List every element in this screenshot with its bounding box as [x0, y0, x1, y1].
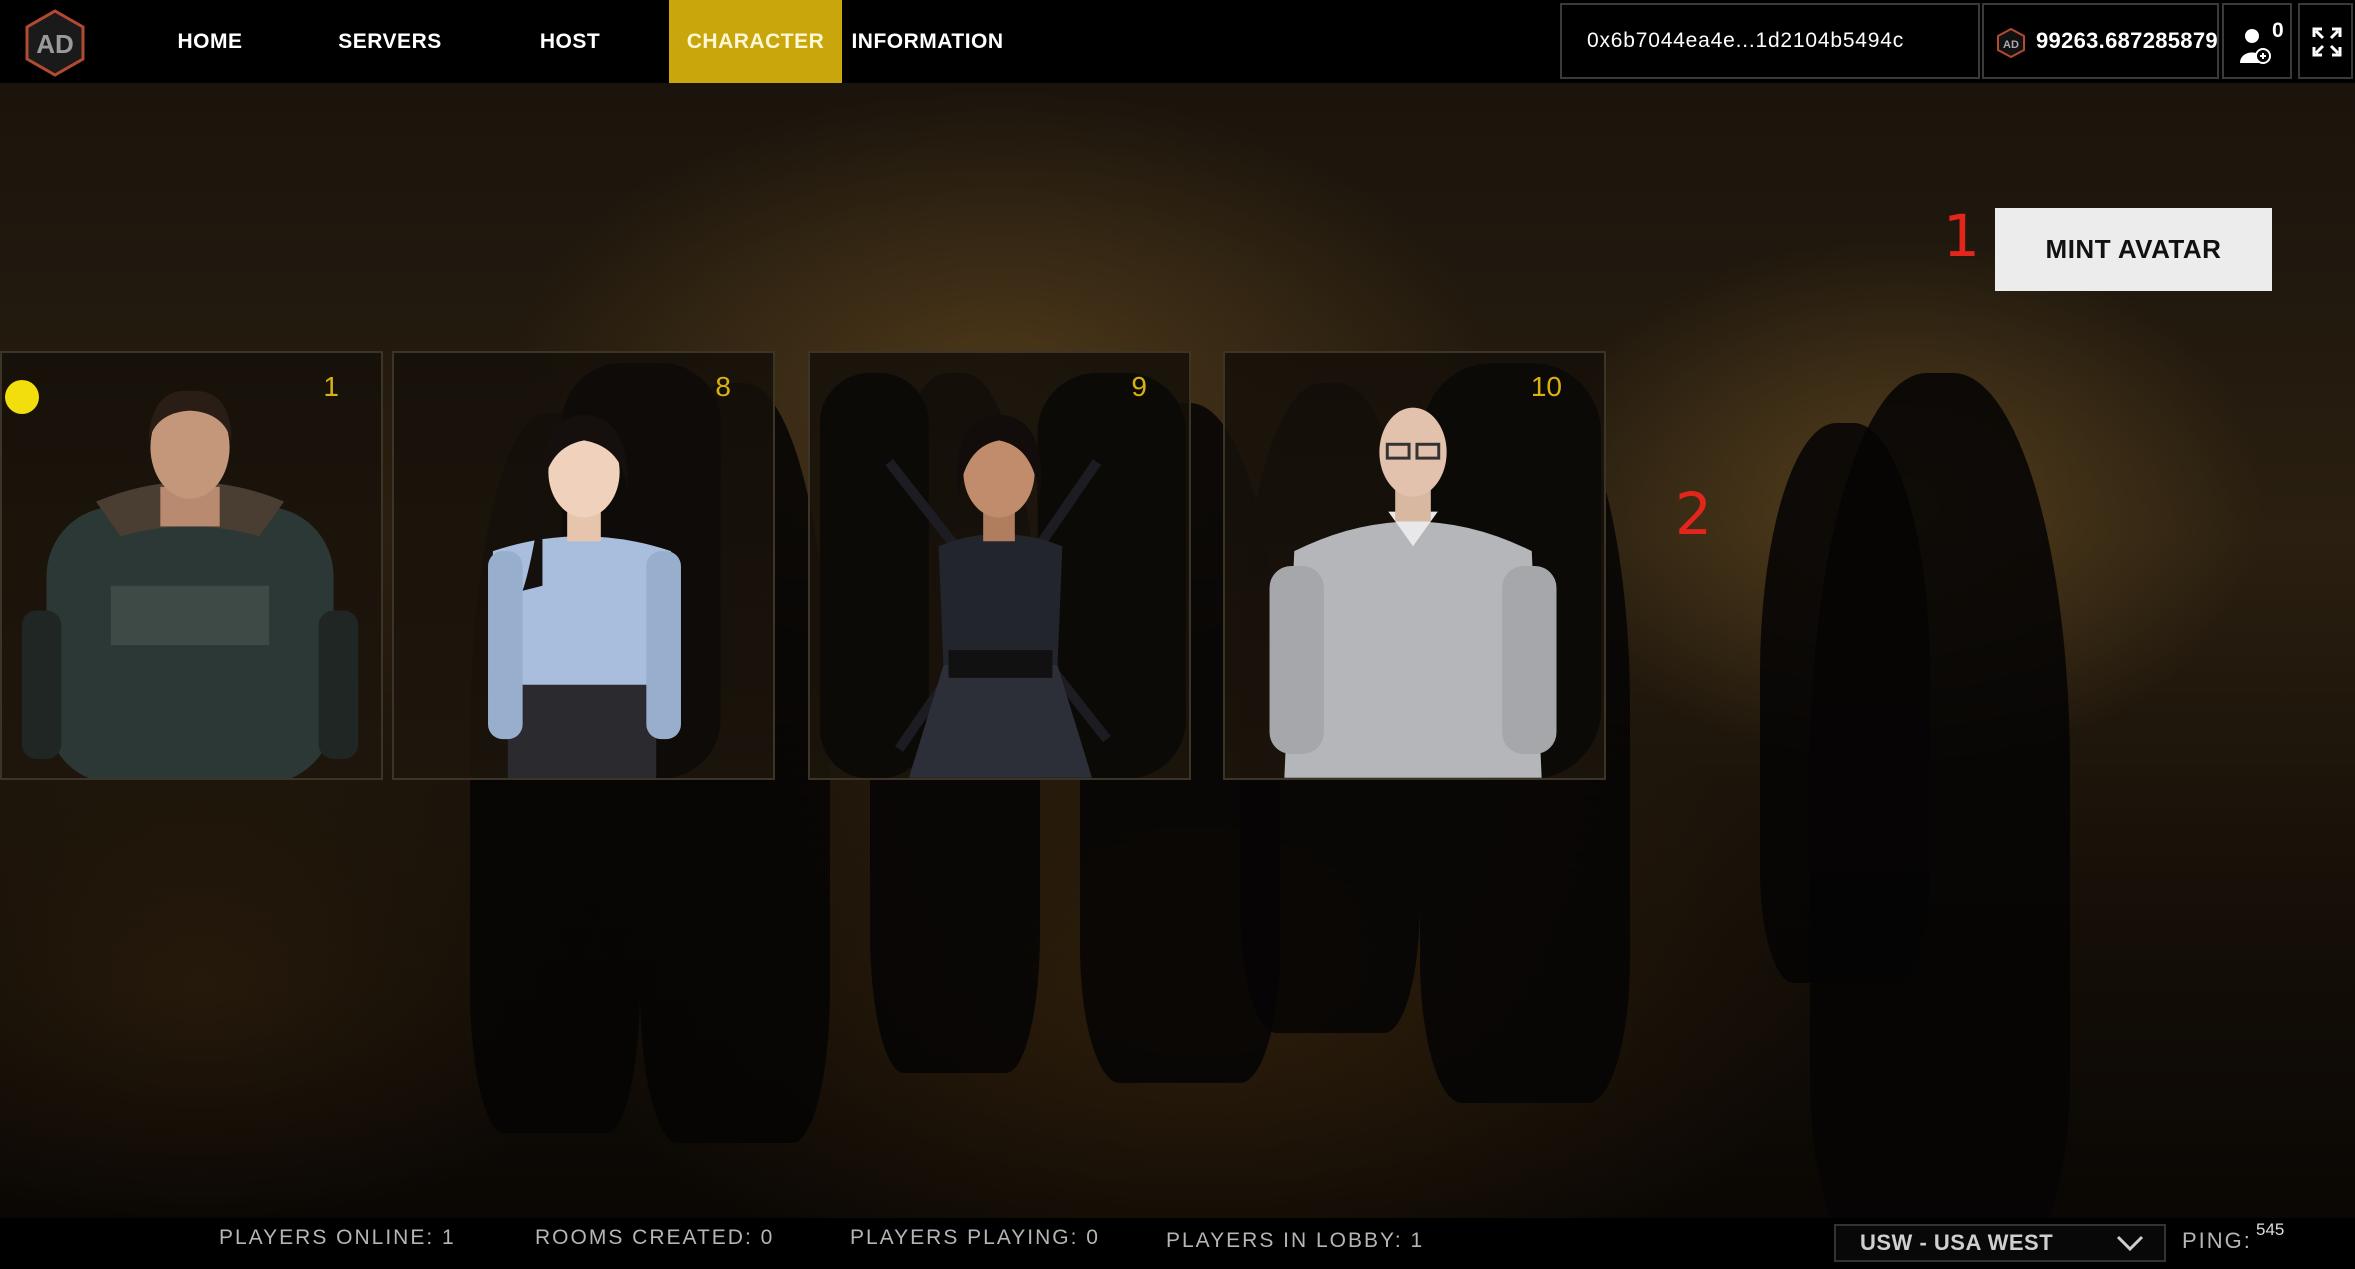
user-icon	[2240, 29, 2271, 64]
players-playing-stat: PLAYERS PLAYING: 0	[850, 1226, 1100, 1249]
annotation-marker-1: 1	[1943, 202, 1980, 270]
annotation-marker-2: 2	[1675, 480, 1712, 548]
fullscreen-icon	[2312, 27, 2342, 57]
mint-avatar-button[interactable]: MINT AVATAR	[1995, 208, 2272, 291]
avatar-card-1[interactable]: 1	[0, 351, 383, 780]
sweater-man-avatar-icon	[1269, 363, 1602, 778]
avatar-number: 10	[1530, 371, 1562, 402]
balance-value: 99263.68728587906	[2036, 28, 2218, 53]
players-in-lobby-stat: PLAYERS IN LOBBY: 1	[1166, 1229, 1425, 1252]
region-selected-value: USW - USA WEST	[1860, 1230, 2054, 1255]
nav-servers[interactable]: SERVERS	[330, 0, 450, 83]
avatar-card-8[interactable]: 8	[392, 351, 775, 780]
players-online-stat: PLAYERS ONLINE: 1	[219, 1226, 456, 1249]
blouse-woman-avatar-icon	[488, 363, 721, 778]
nav-character[interactable]: CHARACTER	[669, 0, 842, 83]
nav-home[interactable]: HOME	[155, 0, 265, 83]
avatar-number: 1	[323, 371, 339, 402]
online-users-button[interactable]: 0	[2222, 3, 2292, 79]
fullscreen-button[interactable]	[2298, 3, 2353, 79]
avatar-card-9[interactable]: 9	[808, 351, 1191, 780]
token-coin-icon: AD	[1997, 28, 2025, 58]
region-select[interactable]: USW - USA WEST	[1834, 1224, 2166, 1262]
svg-text:AD: AD	[36, 29, 74, 59]
nav-information[interactable]: INFORMATION	[845, 0, 1010, 83]
top-nav-bar: AD HOME SERVERS HOST CHARACTER INFORMATI…	[0, 0, 2355, 83]
ping-label: PING:	[2182, 1228, 2252, 1253]
rooms-created-stat: ROOMS CREATED: 0	[535, 1226, 775, 1249]
chevron-down-icon	[2116, 1235, 2144, 1252]
ad-logo-icon[interactable]: AD	[20, 8, 90, 78]
hooded-jacket-avatar-icon	[21, 390, 359, 778]
avatar-number: 9	[1131, 371, 1147, 402]
online-users-count: 0	[2272, 19, 2284, 42]
dress-swords-avatar-icon	[819, 373, 1187, 778]
wallet-address[interactable]: 0x6b7044ea4e...1d2104b5494c	[1560, 3, 1980, 79]
selected-avatar-indicator	[5, 380, 39, 414]
token-balance[interactable]: AD 99263.68728587906	[1982, 3, 2219, 79]
avatar-card-10[interactable]: 10	[1223, 351, 1606, 780]
svg-text:AD: AD	[2003, 39, 2019, 51]
ping-value: 545	[2256, 1220, 2285, 1239]
avatar-number: 8	[715, 371, 731, 402]
nav-host[interactable]: HOST	[520, 0, 620, 83]
